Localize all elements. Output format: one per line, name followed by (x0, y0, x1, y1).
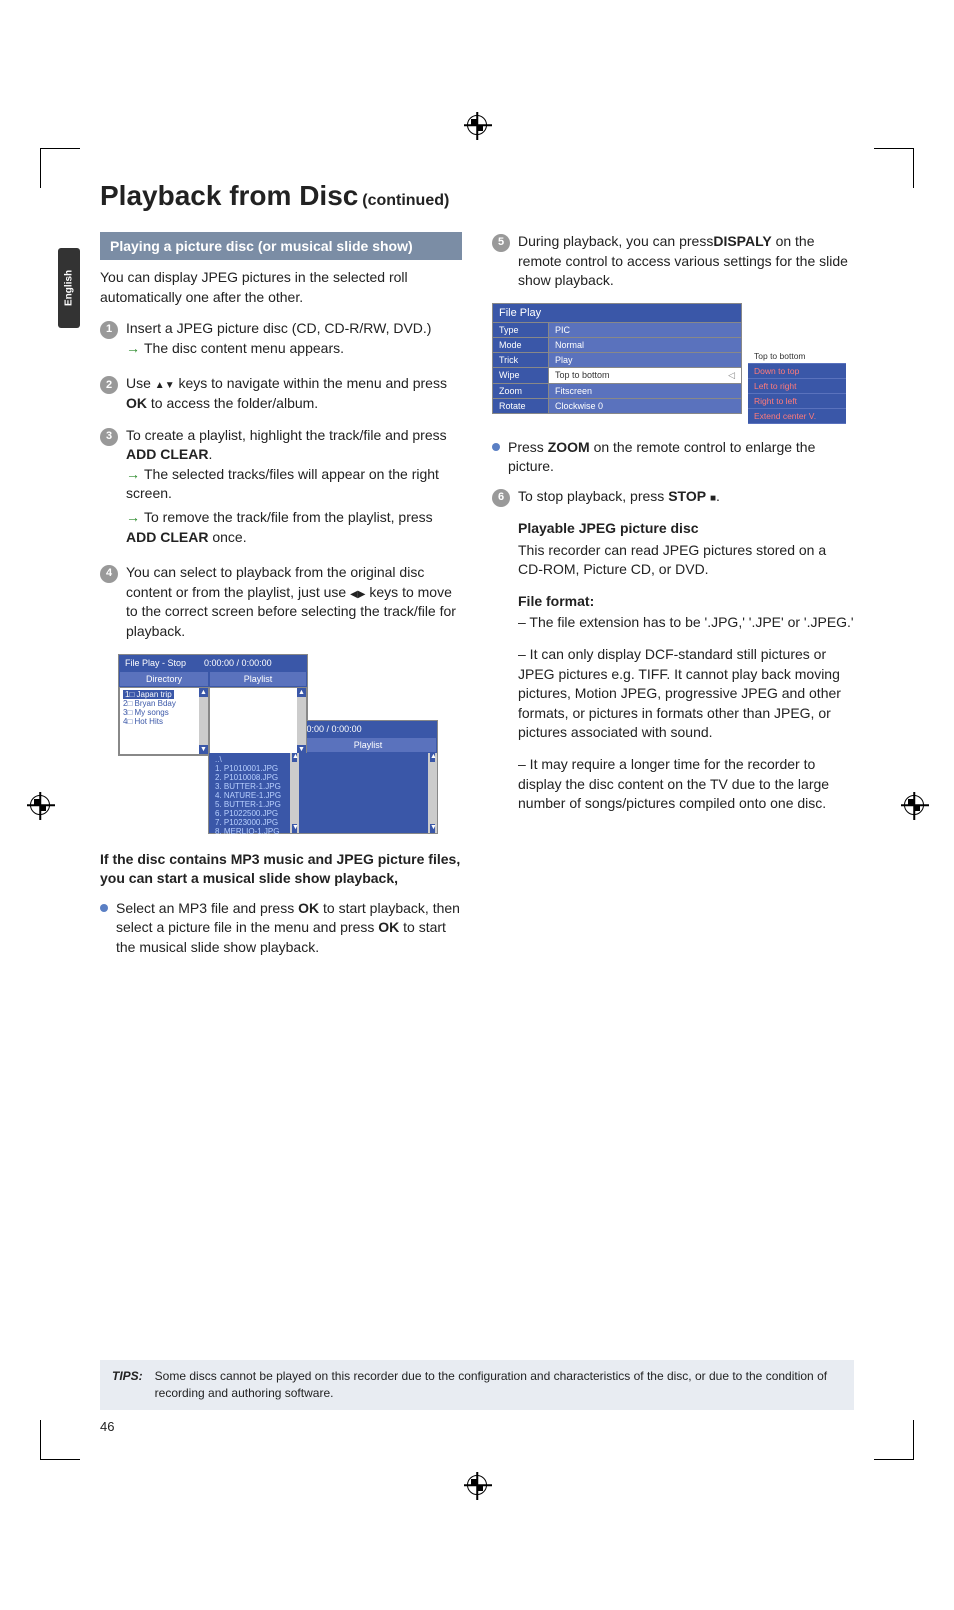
step-number-icon: 5 (492, 234, 510, 252)
tips-box: TIPS: Some discs cannot be played on thi… (100, 1360, 854, 1410)
file-list: ..\1. P1010001.JPG2. P1010008.JPG3. BUTT… (209, 753, 299, 833)
arrow-icon: → (126, 509, 140, 525)
up-down-icon (155, 375, 175, 391)
step-number-icon: 4 (100, 565, 118, 583)
crop-mark (40, 148, 80, 188)
section-heading: Playing a picture disc (or musical slide… (100, 232, 462, 260)
scroll-up-icon: ▲ (199, 688, 208, 697)
playable-body: This recorder can read JPEG pictures sto… (518, 541, 854, 580)
left-column: Playing a picture disc (or musical slide… (100, 232, 462, 967)
intro-text: You can display JPEG pictures in the sel… (100, 268, 462, 307)
step-5: 5 During playback, you can pressDISPALY … (492, 232, 854, 291)
format-line-2: – It can only display DCF-standard still… (518, 645, 854, 743)
arrow-left-icon: ◁ (728, 370, 735, 381)
language-tab: English (58, 248, 80, 328)
playable-heading: Playable JPEG picture disc (518, 519, 854, 539)
manual-page: English Playback from Disc (continued) P… (0, 0, 954, 1610)
registration-mark-icon (467, 1475, 487, 1495)
tips-body: Some discs cannot be played on this reco… (155, 1368, 842, 1402)
bullet-icon (100, 904, 108, 912)
settings-screenshot: File Play TypePIC ModeNormal TrickPlay W… (492, 303, 854, 424)
musical-heading: If the disc contains MP3 music and JPEG … (100, 850, 462, 889)
page-title: Playback from Disc (continued) (100, 180, 854, 212)
bullet-icon (492, 443, 500, 451)
step-number-icon: 1 (100, 321, 118, 339)
step-1-text: Insert a JPEG picture disc (CD, CD-R/RW,… (126, 320, 431, 336)
file-play-screenshot: File Play - Stop0:00:00 / 0:00:00 Direct… (118, 654, 462, 834)
tips-label: TIPS: (112, 1368, 143, 1402)
arrow-icon: → (126, 340, 140, 356)
step-6: 6 To stop playback, press STOP . (492, 487, 854, 507)
format-heading: File format: (518, 592, 854, 612)
step-number-icon: 6 (492, 489, 510, 507)
page-content: Playback from Disc (continued) Playing a… (100, 180, 854, 967)
step-2: 2 Use keys to navigate within the menu a… (100, 374, 462, 413)
crop-mark (874, 1420, 914, 1460)
step-1: 1 Insert a JPEG picture disc (CD, CD-R/R… (100, 319, 462, 362)
registration-mark-icon (467, 115, 487, 135)
registration-mark-icon (904, 795, 924, 815)
step-4: 4 You can select to playback from the or… (100, 563, 462, 641)
format-line-1: – The file extension has to be '.JPG,' '… (518, 613, 854, 633)
left-right-icon (350, 584, 365, 600)
step-3: 3 To create a playlist, highlight the tr… (100, 426, 462, 552)
title-continued: (continued) (362, 192, 449, 209)
format-line-3: – It may require a longer time for the r… (518, 755, 854, 814)
crop-mark (40, 1420, 80, 1460)
step-number-icon: 2 (100, 376, 118, 394)
step-1-result: The disc content menu appears. (144, 340, 344, 356)
arrow-icon: → (126, 466, 140, 482)
wipe-submenu: Top to bottom Down to top Left to right … (748, 349, 846, 424)
crop-mark (874, 148, 914, 188)
directory-list: 1□ Japan trip 2□ Bryan Bday 3□ My songs … (119, 687, 209, 755)
page-number: 46 (100, 1419, 114, 1434)
bullet-zoom: Press ZOOM on the remote control to enla… (492, 438, 854, 477)
bullet-musical: Select an MP3 file and press OK to start… (100, 899, 462, 958)
title-main: Playback from Disc (100, 180, 358, 211)
registration-mark-icon (30, 795, 50, 815)
step-number-icon: 3 (100, 428, 118, 446)
scroll-down-icon: ▼ (199, 745, 208, 754)
right-column: 5 During playback, you can pressDISPALY … (492, 232, 854, 967)
